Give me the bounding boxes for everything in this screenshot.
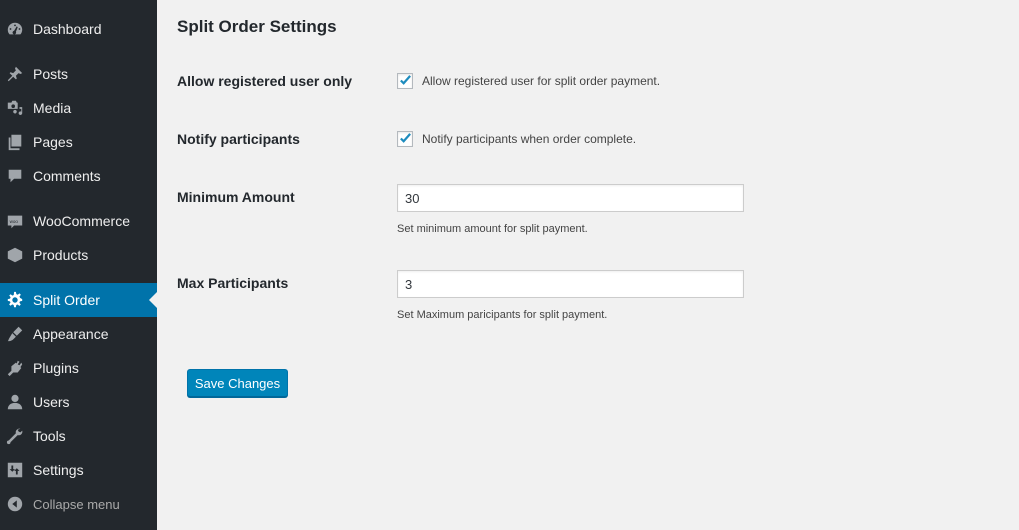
sidebar-item-label: Collapse menu — [33, 496, 120, 512]
sidebar-item-label: Appearance — [33, 326, 109, 342]
media-icon — [5, 98, 25, 118]
notify-option[interactable]: Notify participants when order complete. — [397, 131, 636, 147]
sidebar-item-tools[interactable]: Tools — [0, 419, 157, 453]
brush-icon — [5, 324, 25, 344]
pin-icon — [5, 64, 25, 84]
dashboard-icon — [5, 19, 25, 39]
registered-only-checkbox-label: Allow registered user for split order pa… — [422, 74, 661, 88]
sidebar-item-label: Media — [33, 100, 72, 116]
sidebar-item-label: Dashboard — [33, 21, 102, 37]
sidebar-item-label: WooCommerce — [33, 213, 130, 229]
box-icon — [5, 245, 25, 265]
sidebar-item-posts[interactable]: Posts — [0, 57, 157, 91]
page-title: Split Order Settings — [177, 17, 337, 36]
notify-checkbox-label: Notify participants when order complete. — [422, 132, 637, 146]
sliders-icon — [5, 460, 25, 480]
collapse-menu-button[interactable]: Collapse menu — [0, 487, 157, 521]
sidebar-item-comments[interactable]: Comments — [0, 159, 157, 193]
notify-checkbox[interactable] — [397, 131, 413, 147]
max-participants-label: Max Participants — [177, 275, 289, 291]
sidebar-item-split-order[interactable]: Split Order — [0, 283, 157, 317]
registered-only-label: Allow registered user only — [177, 73, 353, 89]
sidebar-item-pages[interactable]: Pages — [0, 125, 157, 159]
pages-icon — [5, 132, 25, 152]
sidebar-item-woocommerce[interactable]: woo WooCommerce — [0, 204, 157, 238]
sidebar-item-label: Comments — [33, 168, 101, 184]
sidebar-item-settings[interactable]: Settings — [0, 453, 157, 487]
sidebar-item-label: Pages — [33, 134, 73, 150]
max-participants-input[interactable] — [397, 270, 744, 298]
checkmark-icon — [400, 133, 411, 143]
checkmark-icon — [400, 75, 411, 85]
registered-only-option[interactable]: Allow registered user for split order pa… — [397, 73, 660, 89]
comment-icon — [5, 166, 25, 186]
admin-sidebar: Dashboard Posts Media Pages Comments woo… — [0, 0, 157, 530]
sidebar-item-users[interactable]: Users — [0, 385, 157, 419]
max-participants-description: Set Maximum paricipants for split paymen… — [397, 309, 608, 321]
sidebar-item-label: Settings — [33, 462, 84, 478]
main-content: Split Order Settings Allow registered us… — [157, 0, 1019, 530]
notify-label: Notify participants — [177, 131, 300, 147]
sidebar-item-label: Split Order — [33, 292, 100, 308]
registered-only-checkbox[interactable] — [397, 73, 413, 89]
user-icon — [5, 392, 25, 412]
collapse-icon — [5, 494, 25, 514]
save-changes-button[interactable]: Save Changes — [187, 369, 288, 397]
sidebar-item-appearance[interactable]: Appearance — [0, 317, 157, 351]
sidebar-item-label: Users — [33, 394, 70, 410]
sidebar-item-label: Tools — [33, 428, 66, 444]
woo-icon: woo — [5, 211, 25, 231]
sidebar-item-media[interactable]: Media — [0, 91, 157, 125]
sidebar-item-products[interactable]: Products — [0, 238, 157, 272]
min-amount-label: Minimum Amount — [177, 189, 295, 205]
sidebar-item-dashboard[interactable]: Dashboard — [0, 12, 157, 46]
plug-icon — [5, 358, 25, 378]
min-amount-input[interactable] — [397, 184, 744, 212]
sidebar-item-label: Products — [33, 247, 89, 263]
min-amount-description: Set minimum amount for split payment. — [397, 223, 588, 235]
wrench-icon — [5, 426, 25, 446]
sidebar-item-label: Plugins — [33, 360, 79, 376]
svg-text:woo: woo — [10, 219, 19, 224]
sidebar-item-label: Posts — [33, 66, 69, 82]
gear-icon — [5, 290, 25, 310]
sidebar-item-plugins[interactable]: Plugins — [0, 351, 157, 385]
